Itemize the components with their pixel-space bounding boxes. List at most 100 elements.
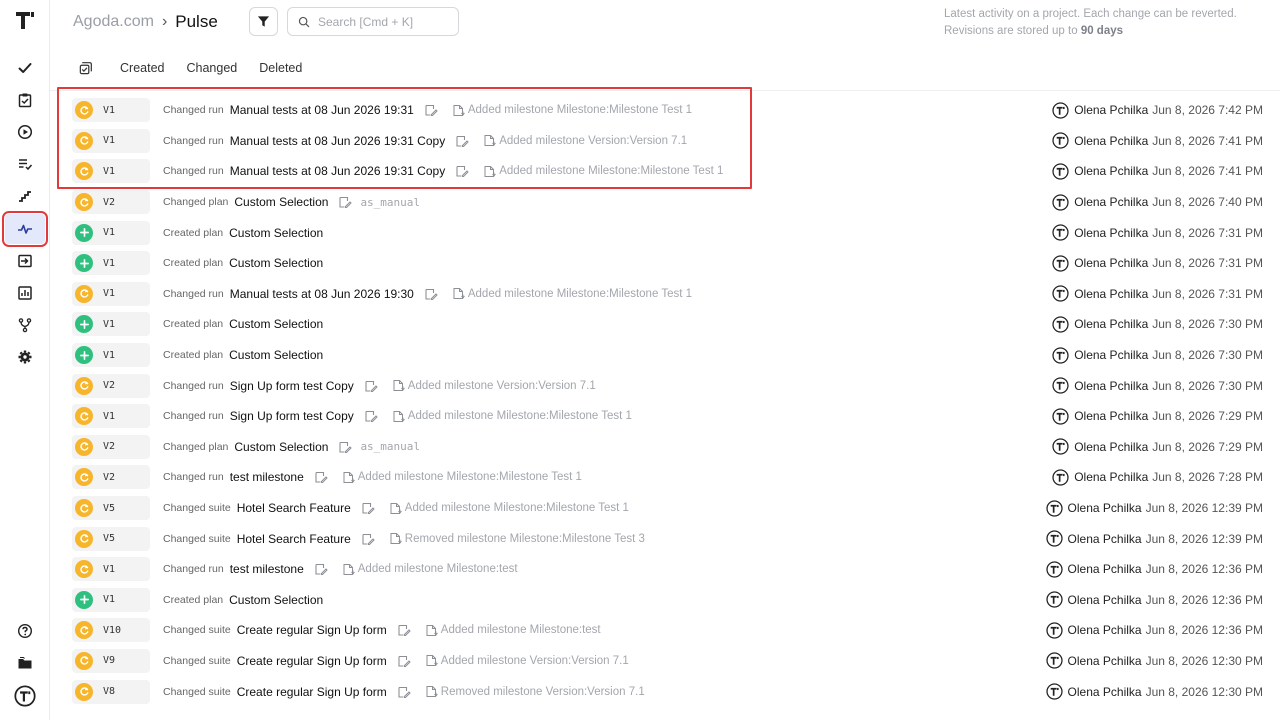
version-badge[interactable]: V10: [72, 618, 150, 643]
search-input[interactable]: [318, 14, 448, 29]
filter-button[interactable]: [249, 7, 278, 36]
version-badge[interactable]: V1: [72, 251, 150, 276]
edit-note-icon[interactable]: [397, 685, 411, 699]
status-changed-badge: [75, 560, 93, 579]
activity-row[interactable]: V5 Changed suite Hotel Search Feature Remov…: [72, 523, 1272, 554]
activity-row[interactable]: V1 Changed run test milestone Added milesto…: [72, 554, 1272, 585]
activity-row[interactable]: V2 Changed run Sign Up form test Copy Added…: [72, 370, 1272, 401]
sidebar-item-pulse[interactable]: [2, 211, 48, 247]
entity-link[interactable]: Custom Selection: [229, 348, 323, 362]
entity-link[interactable]: Create regular Sign Up form: [237, 623, 387, 637]
activity-row[interactable]: V8 Changed suite Create regular Sign Up fo…: [72, 676, 1272, 707]
sidebar-item-branches[interactable]: [5, 310, 45, 340]
entity-link[interactable]: Custom Selection: [229, 593, 323, 607]
version-badge[interactable]: V2: [72, 373, 150, 398]
entity-link[interactable]: test milestone: [230, 470, 304, 484]
edit-note-icon[interactable]: [455, 134, 469, 148]
entity-link[interactable]: Create regular Sign Up form: [237, 654, 387, 668]
entity-link[interactable]: Sign Up form test Copy: [230, 409, 354, 423]
sidebar-item-import[interactable]: [5, 246, 45, 276]
tab-deleted[interactable]: Deleted: [259, 61, 302, 75]
timestamp: Jun 8, 2026 7:30 PM: [1152, 348, 1263, 363]
sidebar-item-steps[interactable]: [5, 181, 45, 211]
entity-link[interactable]: Manual tests at 08 Jun 2026 19:31: [230, 103, 414, 117]
plus-icon: [79, 350, 89, 360]
activity-row[interactable]: V1 Changed run Manual tests at 08 Jun 2026…: [72, 126, 1272, 157]
entity-link[interactable]: Custom Selection: [234, 440, 328, 454]
activity-row[interactable]: V2 Changed plan Custom Selection as_manual O…: [72, 432, 1272, 463]
edit-note-icon[interactable]: [361, 501, 375, 515]
edit-note-icon[interactable]: [361, 532, 375, 546]
entity-link[interactable]: Custom Selection: [229, 317, 323, 331]
entity-link[interactable]: Custom Selection: [229, 226, 323, 240]
version-badge[interactable]: V1: [72, 98, 150, 123]
sidebar-item-runs[interactable]: [5, 85, 45, 115]
sidebar-item-settings[interactable]: [5, 342, 45, 372]
edit-note-icon[interactable]: [338, 440, 353, 454]
edit-note-icon[interactable]: [455, 164, 469, 178]
entity-link[interactable]: Create regular Sign Up form: [237, 685, 387, 699]
edit-note-icon[interactable]: [338, 195, 353, 209]
edit-note-icon[interactable]: [314, 470, 328, 484]
testomat-logo-icon[interactable]: [13, 9, 37, 31]
edit-note-icon[interactable]: [364, 379, 378, 393]
entity-link[interactable]: Manual tests at 08 Jun 2026 19:31 Copy: [230, 134, 445, 148]
select-all-toggle[interactable]: [78, 60, 94, 76]
activity-row[interactable]: V1 Created plan Custom Selection Olena Pchi…: [72, 248, 1272, 279]
help-button[interactable]: [5, 616, 45, 646]
tab-changed[interactable]: Changed: [186, 61, 237, 75]
entity-link[interactable]: Hotel Search Feature: [237, 532, 351, 546]
version-badge[interactable]: V9: [72, 648, 150, 673]
version-badge[interactable]: V1: [72, 587, 150, 612]
edit-note-icon[interactable]: [314, 562, 328, 576]
version-badge[interactable]: V1: [72, 312, 150, 337]
breadcrumb-project[interactable]: Agoda.com: [73, 13, 154, 31]
edit-note-icon[interactable]: [424, 103, 438, 117]
edit-note-icon[interactable]: [397, 654, 411, 668]
activity-row[interactable]: V1 Created plan Custom Selection Olena Pchi…: [72, 340, 1272, 371]
version-badge[interactable]: V1: [72, 128, 150, 153]
search-box[interactable]: [287, 7, 459, 36]
version-badge[interactable]: V1: [72, 557, 150, 582]
version-badge[interactable]: V1: [72, 281, 150, 306]
sidebar-item-plans[interactable]: [5, 149, 45, 179]
activity-row[interactable]: V1 Changed run Manual tests at 08 Jun 2026…: [72, 279, 1272, 310]
entity-link[interactable]: Manual tests at 08 Jun 2026 19:30: [230, 287, 414, 301]
version-badge[interactable]: V1: [72, 220, 150, 245]
activity-row[interactable]: V1 Changed run Sign Up form test Copy Added…: [72, 401, 1272, 432]
entity-link[interactable]: Manual tests at 08 Jun 2026 19:31 Copy: [230, 164, 445, 178]
sidebar-item-analytics[interactable]: [5, 278, 45, 308]
edit-note-icon[interactable]: [364, 409, 378, 423]
version-badge[interactable]: V5: [72, 526, 150, 551]
version-badge[interactable]: V1: [72, 159, 150, 184]
entity-link[interactable]: Hotel Search Feature: [237, 501, 351, 515]
activity-row[interactable]: V1 Changed run Manual tests at 08 Jun 2026…: [72, 156, 1272, 187]
edit-note-icon[interactable]: [397, 623, 411, 637]
projects-button[interactable]: [5, 648, 45, 678]
activity-row[interactable]: V2 Changed run test milestone Added milesto…: [72, 462, 1272, 493]
version-badge[interactable]: V1: [72, 343, 150, 368]
sidebar-item-tests[interactable]: [5, 53, 45, 83]
version-badge[interactable]: V1: [72, 404, 150, 429]
activity-row[interactable]: V2 Changed plan Custom Selection as_manual O…: [72, 187, 1272, 218]
activity-row[interactable]: V1 Created plan Custom Selection Olena Pchi…: [72, 585, 1272, 616]
version-badge[interactable]: V8: [72, 679, 150, 704]
version-badge[interactable]: V2: [72, 465, 150, 490]
user-profile-button[interactable]: [5, 681, 45, 711]
activity-row[interactable]: V1 Created plan Custom Selection Olena Pchi…: [72, 309, 1272, 340]
entity-link[interactable]: Sign Up form test Copy: [230, 379, 354, 393]
activity-row[interactable]: V10 Changed suite Create regular Sign Up f…: [72, 615, 1272, 646]
tab-created[interactable]: Created: [120, 61, 164, 75]
activity-row[interactable]: V1 Created plan Custom Selection Olena Pchi…: [72, 217, 1272, 248]
version-badge[interactable]: V2: [72, 434, 150, 459]
activity-row[interactable]: V9 Changed suite Create regular Sign Up fo…: [72, 646, 1272, 677]
entity-link[interactable]: Custom Selection: [234, 195, 328, 209]
sidebar-item-play[interactable]: [5, 117, 45, 147]
edit-note-icon[interactable]: [424, 287, 438, 301]
entity-link[interactable]: test milestone: [230, 562, 304, 576]
entity-link[interactable]: Custom Selection: [229, 256, 323, 270]
version-badge[interactable]: V5: [72, 496, 150, 521]
activity-row[interactable]: V1 Changed run Manual tests at 08 Jun 2026…: [72, 95, 1272, 126]
activity-row[interactable]: V5 Changed suite Hotel Search Feature Added…: [72, 493, 1272, 524]
version-badge[interactable]: V2: [72, 190, 150, 215]
